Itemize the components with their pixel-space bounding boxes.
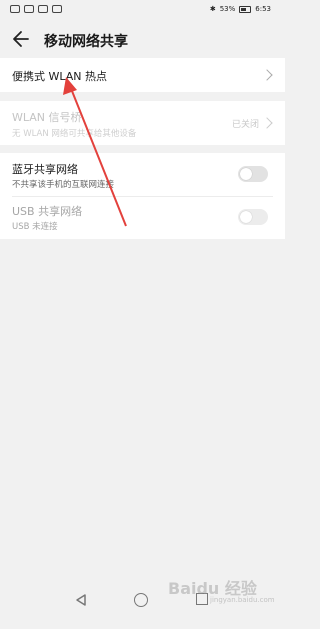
clock: 6:53	[255, 5, 271, 13]
bluetooth-sharing-toggle[interactable]	[238, 166, 268, 182]
toggle-knob	[240, 211, 252, 223]
bluetooth-sharing-row[interactable]: 蓝牙共享网络 不共享该手机的互联网连接	[0, 153, 285, 196]
chevron-right-icon	[261, 69, 273, 81]
nav-home-icon[interactable]	[134, 593, 148, 607]
status-right: ✱ 53% 6:53	[210, 5, 271, 13]
annotation-arrow	[63, 77, 127, 227]
back-arrow-icon[interactable]	[10, 28, 32, 50]
watermark-url: jingyan.baidu.com	[210, 596, 275, 604]
battery-icon	[239, 5, 252, 13]
title-bar: 移动网络共享	[0, 20, 285, 60]
wlan-signal-bridge-status: 已关闭	[231, 120, 259, 130]
alarm-icon	[52, 5, 62, 13]
signal-icon	[10, 5, 20, 13]
notification-icon	[38, 5, 48, 13]
usb-sharing-row: USB 共享网络 USB 未连接	[0, 197, 285, 239]
portable-hotspot-card[interactable]: 便携式 WLAN 热点	[0, 58, 285, 92]
battery-percent: 53%	[219, 5, 236, 13]
wifi-icon	[24, 5, 34, 13]
bluetooth-sharing-title: 蓝牙共享网络	[12, 163, 78, 176]
wlan-signal-bridge-subtitle: 无 WLAN 网络可共享给其他设备	[12, 129, 137, 139]
chevron-right-icon	[261, 117, 273, 129]
sharing-options-card: 蓝牙共享网络 不共享该手机的互联网连接 USB 共享网络 USB 未连接	[0, 153, 285, 239]
wlan-signal-bridge-title: WLAN 信号桥	[12, 111, 82, 124]
status-left-icons	[10, 5, 62, 13]
page-title: 移动网络共享	[44, 34, 128, 50]
nav-back-icon[interactable]	[74, 593, 88, 607]
bluetooth-sharing-subtitle: 不共享该手机的互联网连接	[12, 180, 115, 190]
toggle-knob	[240, 168, 252, 180]
bluetooth-icon: ✱	[209, 5, 216, 13]
usb-sharing-subtitle: USB 未连接	[12, 222, 58, 232]
usb-sharing-title: USB 共享网络	[12, 205, 83, 218]
status-bar: ✱ 53% 6:53	[0, 0, 285, 20]
wlan-signal-bridge-card: WLAN 信号桥 无 WLAN 网络可共享给其他设备 已关闭	[0, 101, 285, 145]
portable-hotspot-label: 便携式 WLAN 热点	[12, 70, 108, 83]
usb-sharing-toggle	[238, 209, 268, 225]
